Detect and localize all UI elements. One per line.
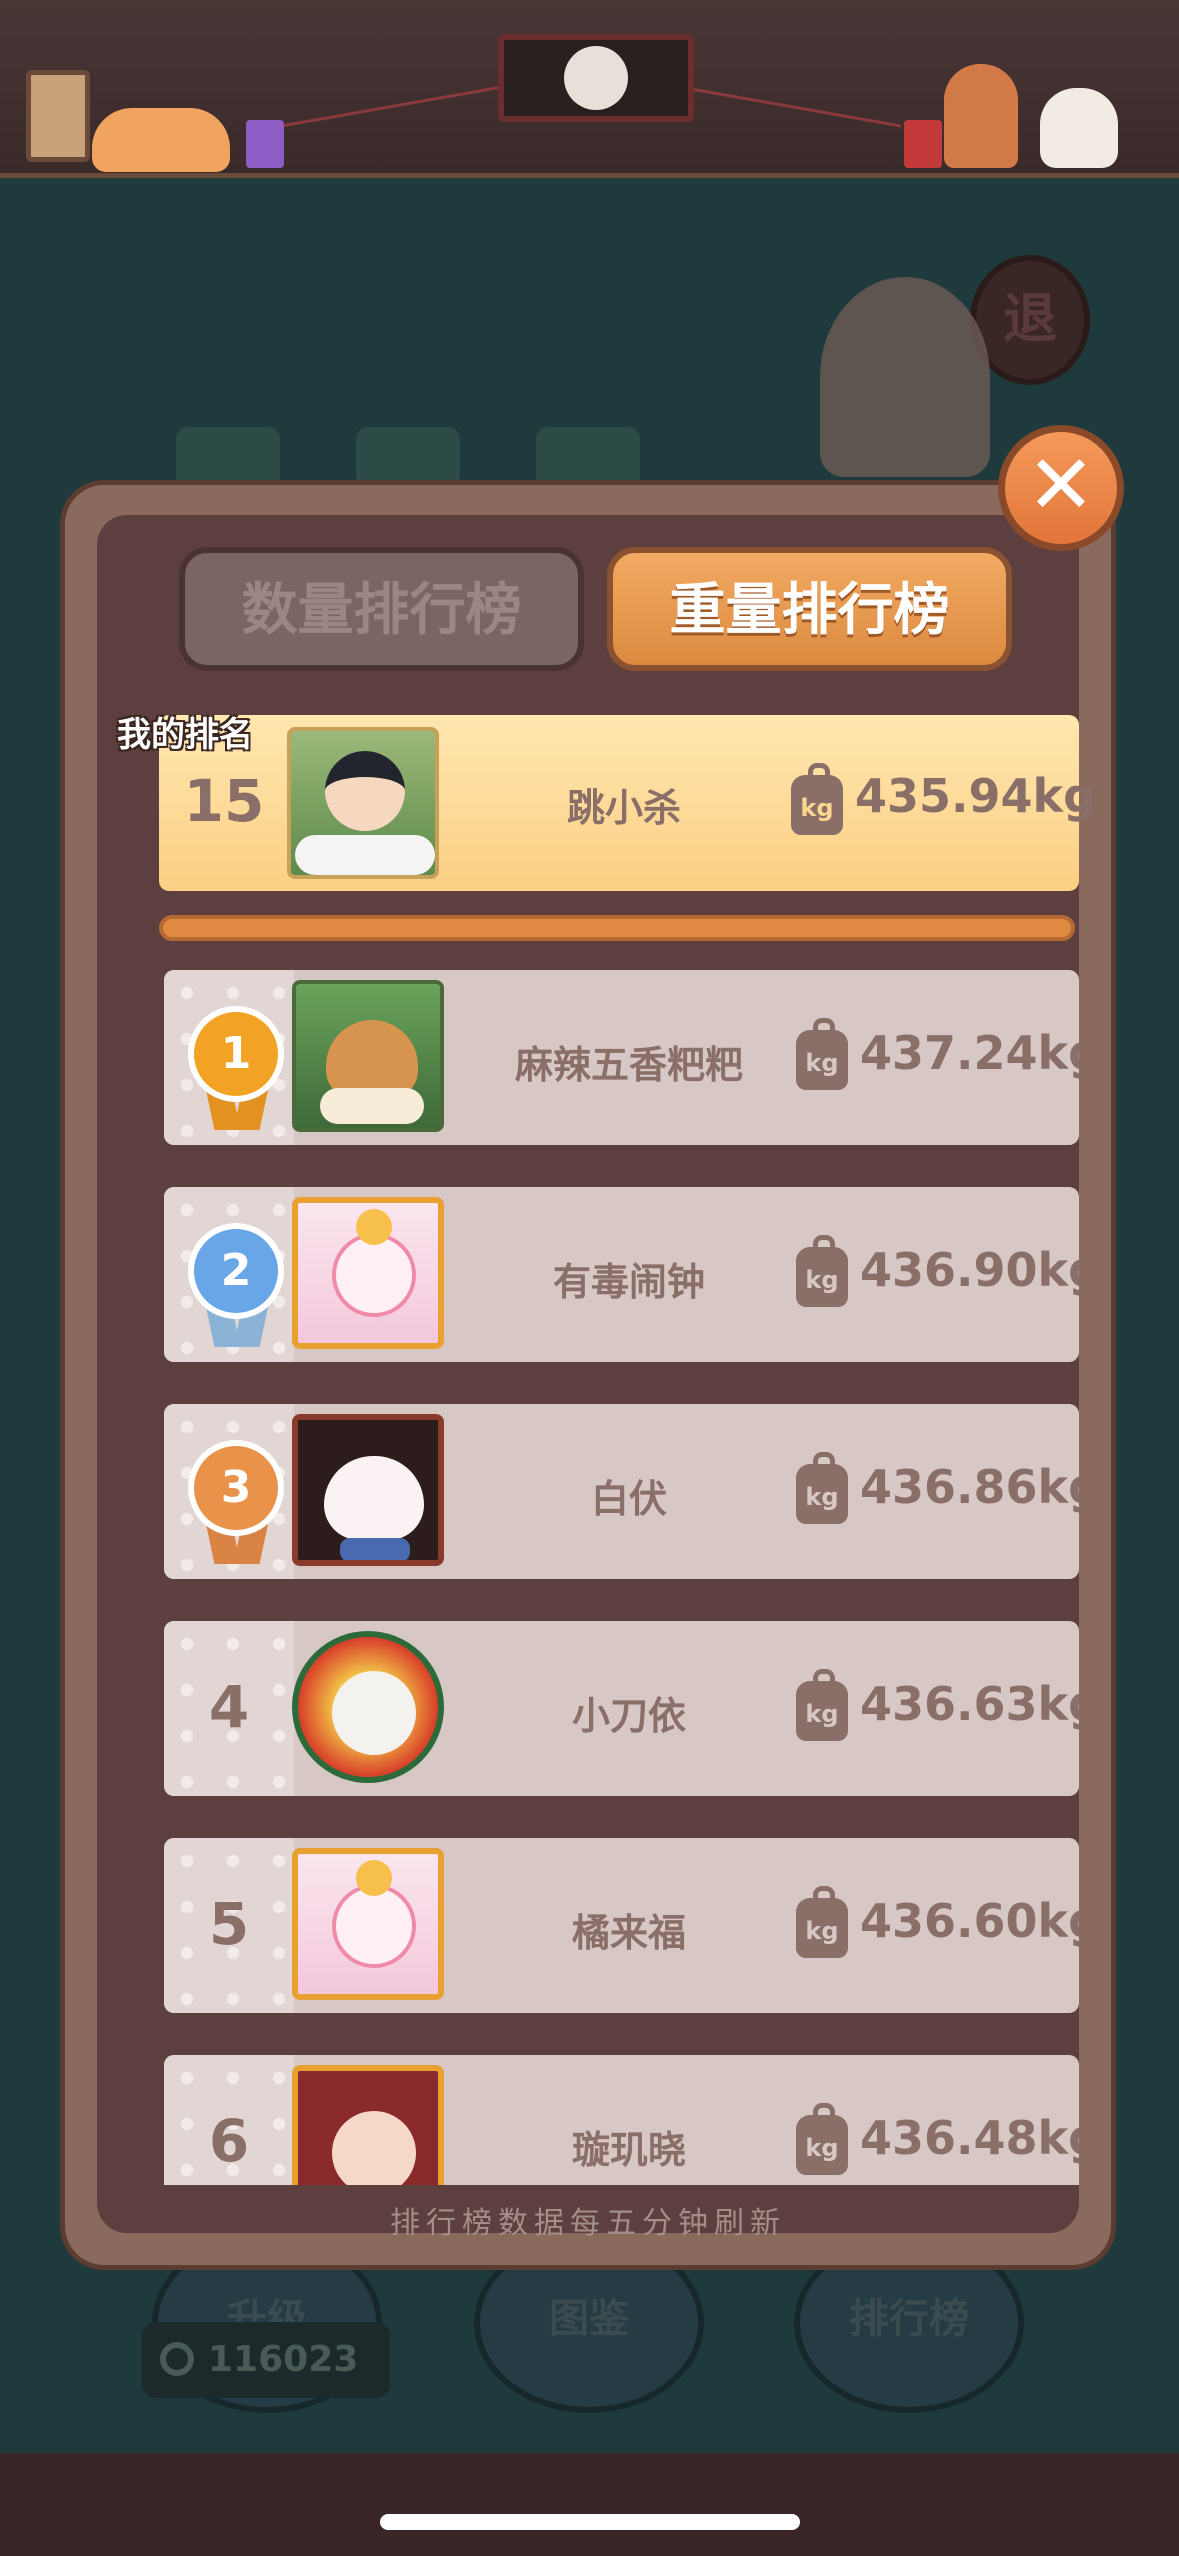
player-name: 白伏: [590, 1477, 667, 1521]
leaderboard-row: 3 白伏 kg 436.86kg: [164, 1404, 1079, 1579]
weight-icon: kg: [796, 1669, 848, 1741]
bottom-bar: [0, 2453, 1179, 2556]
hanging-portrait-icon: [498, 34, 694, 122]
rank-number: 4: [208, 1673, 250, 1741]
leaderboard-label: 排行榜: [849, 2296, 969, 2342]
home-indicator[interactable]: [380, 2514, 800, 2530]
tab-count-leaderboard[interactable]: 数量排行榜: [179, 547, 584, 671]
coin-count: 116023: [208, 2339, 359, 2380]
player-weight: 436.48kg: [860, 2111, 1079, 2165]
weight-icon: kg: [796, 1235, 848, 1307]
player-weight: 436.86kg: [860, 1460, 1079, 1514]
weight-icon: kg: [796, 1018, 848, 1090]
rank-number: 6: [208, 2107, 250, 2175]
bronze-medal-icon: 3: [188, 1440, 284, 1536]
leaderboard-row: 1 麻辣五香粑粑 kg 437.24kg: [164, 970, 1079, 1145]
weight-icon: kg: [796, 1886, 848, 1958]
player-weight: 436.90kg: [860, 1243, 1079, 1297]
leaderboard-row: 6 璇玑晓 kg 436.48kg: [164, 2055, 1079, 2185]
weight-icon: kg: [796, 1452, 848, 1524]
player-avatar[interactable]: [292, 1414, 444, 1566]
player-name: 麻辣五香粑粑: [514, 1043, 743, 1087]
fisherman-character-icon: [820, 277, 990, 477]
top-decoration-bar: [0, 0, 1179, 178]
weight-icon: kg: [791, 763, 843, 835]
collection-label: 图鉴: [549, 2296, 629, 2342]
leaderboard-row: 4 小刀依 kg 436.63kg: [164, 1621, 1079, 1796]
close-button[interactable]: ✕: [998, 425, 1124, 551]
player-weight: 437.24kg: [860, 1026, 1079, 1080]
shop-sign-icon: [26, 70, 90, 162]
close-icon: ✕: [1026, 438, 1096, 533]
my-rank-label: 我的排名: [117, 715, 253, 755]
rope: [283, 86, 499, 127]
leaderboard-panel: 数量排行榜 重量排行榜 我的排名 15 跳小杀 kg 435.94kg 1 麻辣…: [60, 480, 1116, 2270]
separator-bar: [159, 915, 1075, 941]
player-avatar[interactable]: [292, 2065, 444, 2185]
white-cat-icon: [1040, 88, 1118, 168]
bait-slot-icon: [356, 427, 460, 487]
rank-number: 5: [208, 1890, 250, 1958]
bait-slot-icon: [536, 427, 640, 487]
my-rank-number: 15: [183, 767, 265, 835]
refresh-note: 排行榜数据每五分钟刷新: [390, 2206, 786, 2241]
leaderboard-list[interactable]: 1 麻辣五香粑粑 kg 437.24kg 2 有毒闹钟 kg 436.90kg …: [159, 970, 1079, 2185]
gold-medal-icon: 1: [188, 1006, 284, 1102]
player-avatar[interactable]: [292, 1197, 444, 1349]
bait-slot-icon: [176, 427, 280, 487]
player-weight: 436.60kg: [860, 1894, 1079, 1948]
player-name: 小刀依: [571, 1694, 686, 1738]
player-weight: 436.63kg: [860, 1677, 1079, 1731]
player-name: 有毒闹钟: [552, 1260, 705, 1304]
lantern-purple-icon: [246, 120, 284, 168]
player-avatar[interactable]: [292, 1631, 444, 1783]
my-player-name: 跳小杀: [566, 786, 681, 830]
silver-medal-icon: 2: [188, 1223, 284, 1319]
my-weight: 435.94kg: [855, 769, 1097, 823]
lantern-red-icon: [904, 120, 942, 168]
leaderboard-row: 2 有毒闹钟 kg 436.90kg: [164, 1187, 1079, 1362]
girl-character-icon: [944, 64, 1018, 168]
rope: [693, 88, 902, 128]
player-avatar[interactable]: [292, 980, 444, 1132]
key-icon: [160, 2342, 194, 2376]
my-rank-card: 15 跳小杀 kg 435.94kg: [159, 715, 1096, 891]
leaderboard-row: 5 橘来福 kg 436.60kg: [164, 1838, 1079, 2013]
player-name: 璇玑晓: [571, 2128, 686, 2172]
tab-weight-leaderboard[interactable]: 重量排行榜: [607, 547, 1012, 671]
leaderboard-inner: 数量排行榜 重量排行榜 我的排名 15 跳小杀 kg 435.94kg 1 麻辣…: [97, 515, 1096, 2241]
orange-cat-icon: [92, 108, 230, 172]
weight-icon: kg: [796, 2103, 848, 2175]
player-avatar[interactable]: [292, 1848, 444, 2000]
my-avatar[interactable]: [287, 727, 439, 879]
player-name: 橘来福: [571, 1911, 686, 1955]
